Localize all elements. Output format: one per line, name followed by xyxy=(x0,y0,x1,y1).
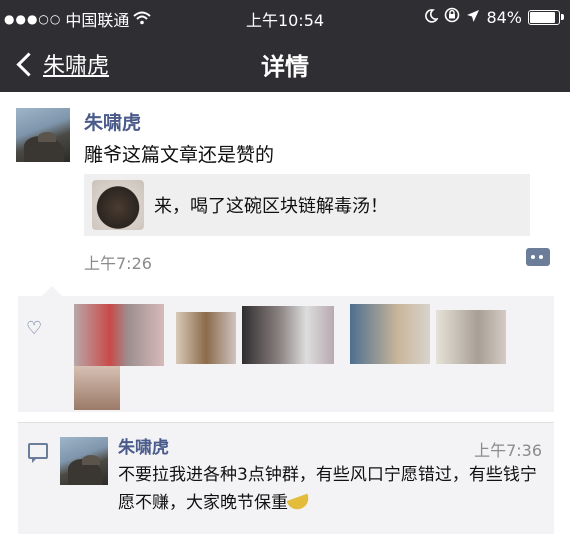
comment-text: 不要拉我进各种3点钟群，有些风口宁愿错过，有些钱宁愿不赚，大家晚节保重 xyxy=(118,461,548,517)
post-author[interactable]: 朱啸虎 xyxy=(84,108,141,135)
moment-post: 朱啸虎 雕爷这篇文章还是赞的 来，喝了这碗区块链解毒汤！ 上午7:26 ♡ 朱啸… xyxy=(0,92,570,534)
likes-panel: ♡ xyxy=(18,286,554,412)
moon-icon xyxy=(424,8,440,27)
status-bar: ●●●○○ 中国联通 上午10:54 84% xyxy=(0,0,570,34)
heart-outline-icon: ♡ xyxy=(26,318,43,339)
rotation-lock-icon xyxy=(444,7,460,27)
battery-percent: 84% xyxy=(486,7,522,27)
nav-bar: 朱啸虎 详情 xyxy=(0,34,570,92)
comment-bubble-icon xyxy=(28,443,48,463)
post-time: 上午7:26 xyxy=(84,254,152,273)
post-text: 雕爷这篇文章还是赞的 xyxy=(84,144,275,166)
banana-emoji xyxy=(286,493,312,513)
location-arrow-icon xyxy=(466,8,480,27)
link-card[interactable]: 来，喝了这碗区块链解毒汤！ xyxy=(84,174,530,236)
comment-panel: 朱啸虎 上午7:36 不要拉我进各种3点钟群，有些风口宁愿错过，有些钱宁愿不赚，… xyxy=(18,423,554,534)
status-right: 84% xyxy=(424,7,564,27)
link-title: 来，喝了这碗区块链解毒汤！ xyxy=(154,196,388,217)
comment-time: 上午7:36 xyxy=(474,441,542,460)
comment-action-icon[interactable] xyxy=(526,248,550,266)
battery-icon xyxy=(528,9,564,25)
link-thumbnail xyxy=(92,180,144,230)
page-title: 详情 xyxy=(261,53,309,81)
comment-avatar[interactable] xyxy=(60,437,108,485)
comment-body: 不要拉我进各种3点钟群，有些风口宁愿错过，有些钱宁愿不赚，大家晚节保重 xyxy=(118,465,537,513)
comment-author[interactable]: 朱啸虎 xyxy=(118,433,169,458)
avatar[interactable] xyxy=(16,108,70,162)
